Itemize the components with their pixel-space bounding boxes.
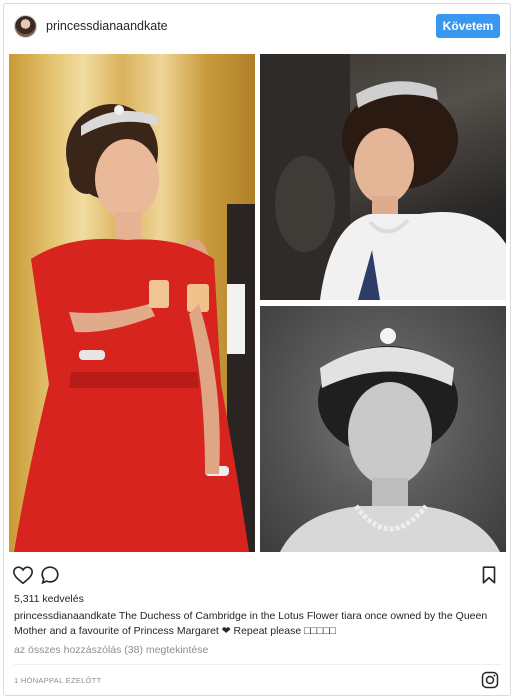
photo-queen-mother[interactable] xyxy=(260,306,506,552)
photo-queen-mother-illustration xyxy=(280,328,500,552)
likes-count[interactable]: 5,311 kedvelés xyxy=(14,593,84,605)
post-header: princessdianaandkate Követem xyxy=(4,4,510,50)
instagram-logo-icon[interactable] xyxy=(480,670,500,690)
divider xyxy=(14,664,502,665)
comment-icon[interactable] xyxy=(39,564,61,586)
caption: princessdianaandkate The Duchess of Camb… xyxy=(14,609,504,639)
photo-duchess-illustration xyxy=(14,104,255,552)
view-all-comments-link[interactable]: az összes hozzászólás (38) megtekintése xyxy=(14,644,208,656)
avatar[interactable] xyxy=(14,15,37,38)
post-card: princessdianaandkate Követem 5,311 kedve… xyxy=(3,3,511,696)
post-timestamp[interactable]: 1 HÓNAPPAL EZELŐTT xyxy=(14,676,102,685)
photo-margaret-illustration xyxy=(260,54,506,300)
photo-collage xyxy=(4,50,510,557)
caption-username[interactable]: princessdianaandkate xyxy=(14,610,116,622)
photo-princess-margaret[interactable] xyxy=(260,54,506,300)
heart-icon[interactable] xyxy=(12,564,34,586)
bookmark-icon[interactable] xyxy=(478,564,500,586)
follow-button[interactable]: Követem xyxy=(436,14,500,38)
photo-duchess-red-dress[interactable] xyxy=(9,54,255,552)
username[interactable]: princessdianaandkate xyxy=(46,19,168,33)
